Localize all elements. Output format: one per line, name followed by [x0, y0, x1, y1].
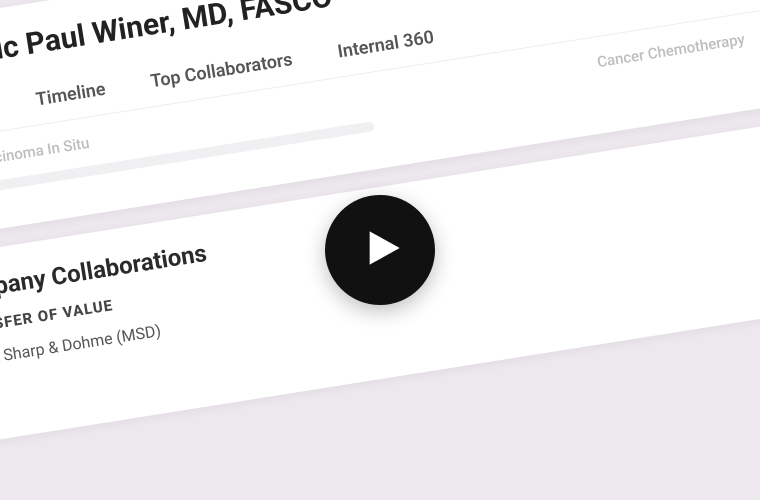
- topic-chip-extra[interactable]: Cancer Chemotherapy: [596, 30, 746, 71]
- play-icon: [357, 228, 403, 272]
- play-button[interactable]: [325, 195, 435, 305]
